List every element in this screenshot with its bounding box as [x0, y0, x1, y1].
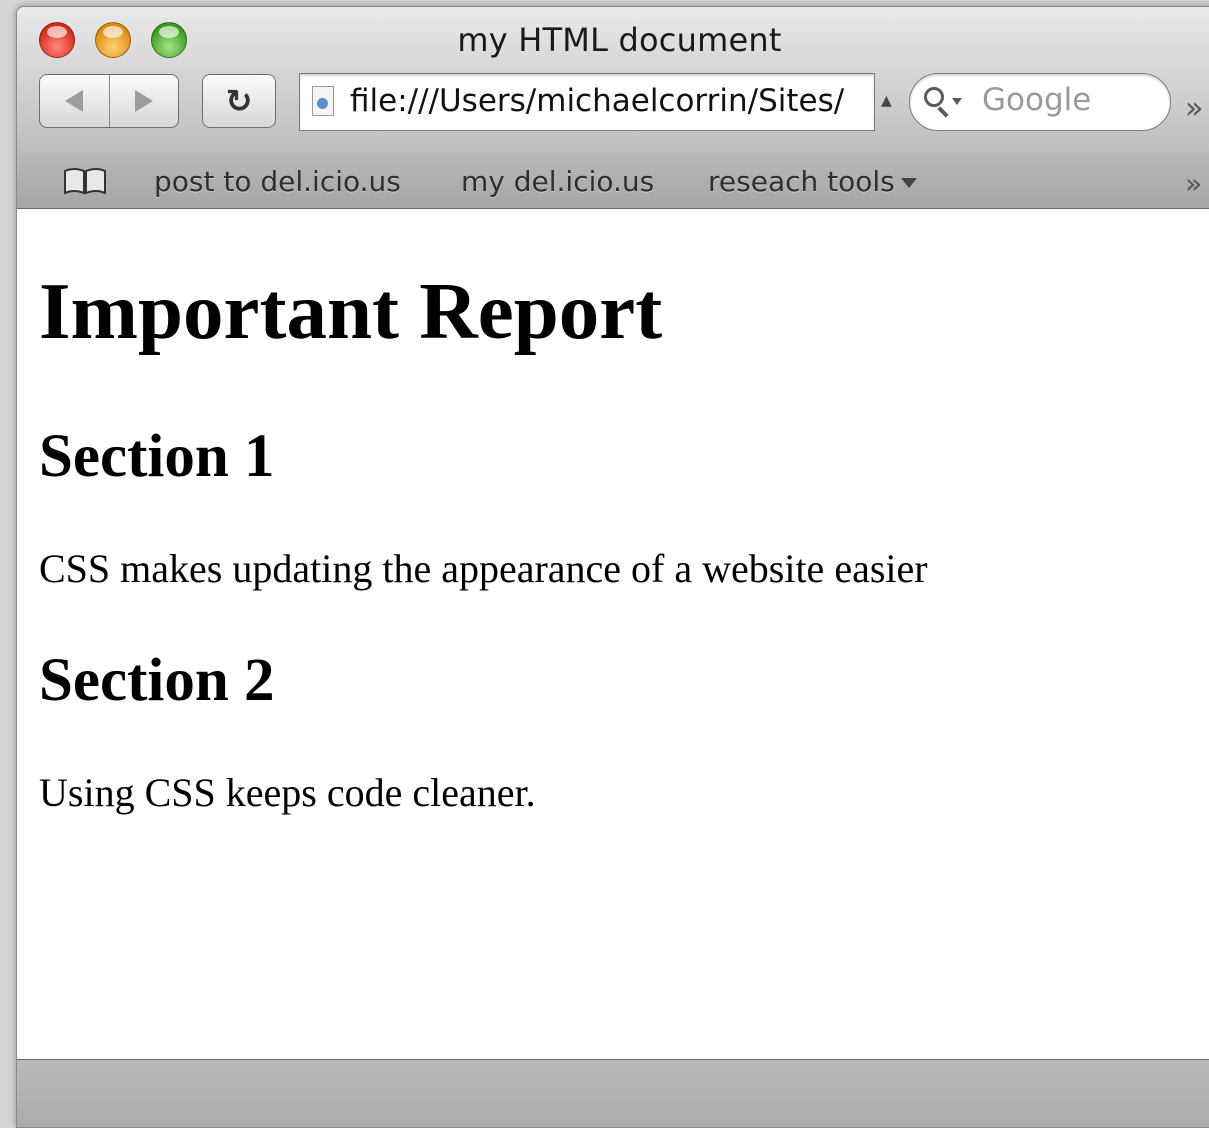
page-icon [312, 86, 334, 116]
reload-icon: ↻ [225, 82, 253, 120]
forward-arrow-icon [134, 90, 153, 112]
search-menu-chevron-icon[interactable] [952, 98, 962, 105]
toolbar: my HTML document ↻ file:///Users/michael… [17, 7, 1209, 154]
page-heading: Important Report [39, 266, 663, 356]
section-1-heading: Section 1 [39, 423, 275, 490]
section-2-text: Using CSS keeps code cleaner. [39, 770, 536, 815]
bookmark-my-delicious[interactable]: my del.icio.us [461, 165, 654, 198]
search-icon [924, 87, 944, 107]
search-input[interactable] [982, 82, 1162, 118]
toolbar-overflow-icon[interactable]: » [1185, 91, 1204, 126]
address-bar[interactable]: file:///Users/michaelcorrin/Sites/ [299, 73, 875, 131]
address-text: file:///Users/michaelcorrin/Sites/ [350, 83, 845, 119]
status-bar [17, 1059, 1209, 1127]
bookmark-folder-label: reseach tools [708, 165, 895, 198]
back-button[interactable] [40, 75, 109, 127]
section-1-text: CSS makes updating the appearance of a w… [39, 546, 928, 591]
bookmark-post-to-delicious[interactable]: post to del.icio.us [154, 165, 401, 198]
window-title: my HTML document [457, 21, 782, 59]
bookmark-folder-research-tools[interactable]: reseach tools [708, 165, 917, 198]
search-field[interactable] [909, 73, 1171, 131]
forward-button[interactable] [108, 75, 179, 127]
back-forward-group [39, 74, 179, 128]
section-2-heading: Section 2 [39, 647, 275, 714]
chevron-down-icon [900, 178, 917, 188]
back-arrow-icon [65, 90, 84, 112]
reload-button[interactable]: ↻ [202, 74, 276, 128]
bookmarks-overflow-icon[interactable]: » [1185, 167, 1202, 200]
bookmarks-book-icon[interactable] [63, 167, 107, 195]
page-content: Important Report Section 1 CSS makes upd… [17, 209, 1209, 1059]
address-scroll-icon: ▲ [881, 93, 892, 109]
browser-window: my HTML document ↻ file:///Users/michael… [16, 6, 1209, 1128]
bookmarks-bar: post to del.icio.us my del.icio.us resea… [17, 153, 1209, 209]
